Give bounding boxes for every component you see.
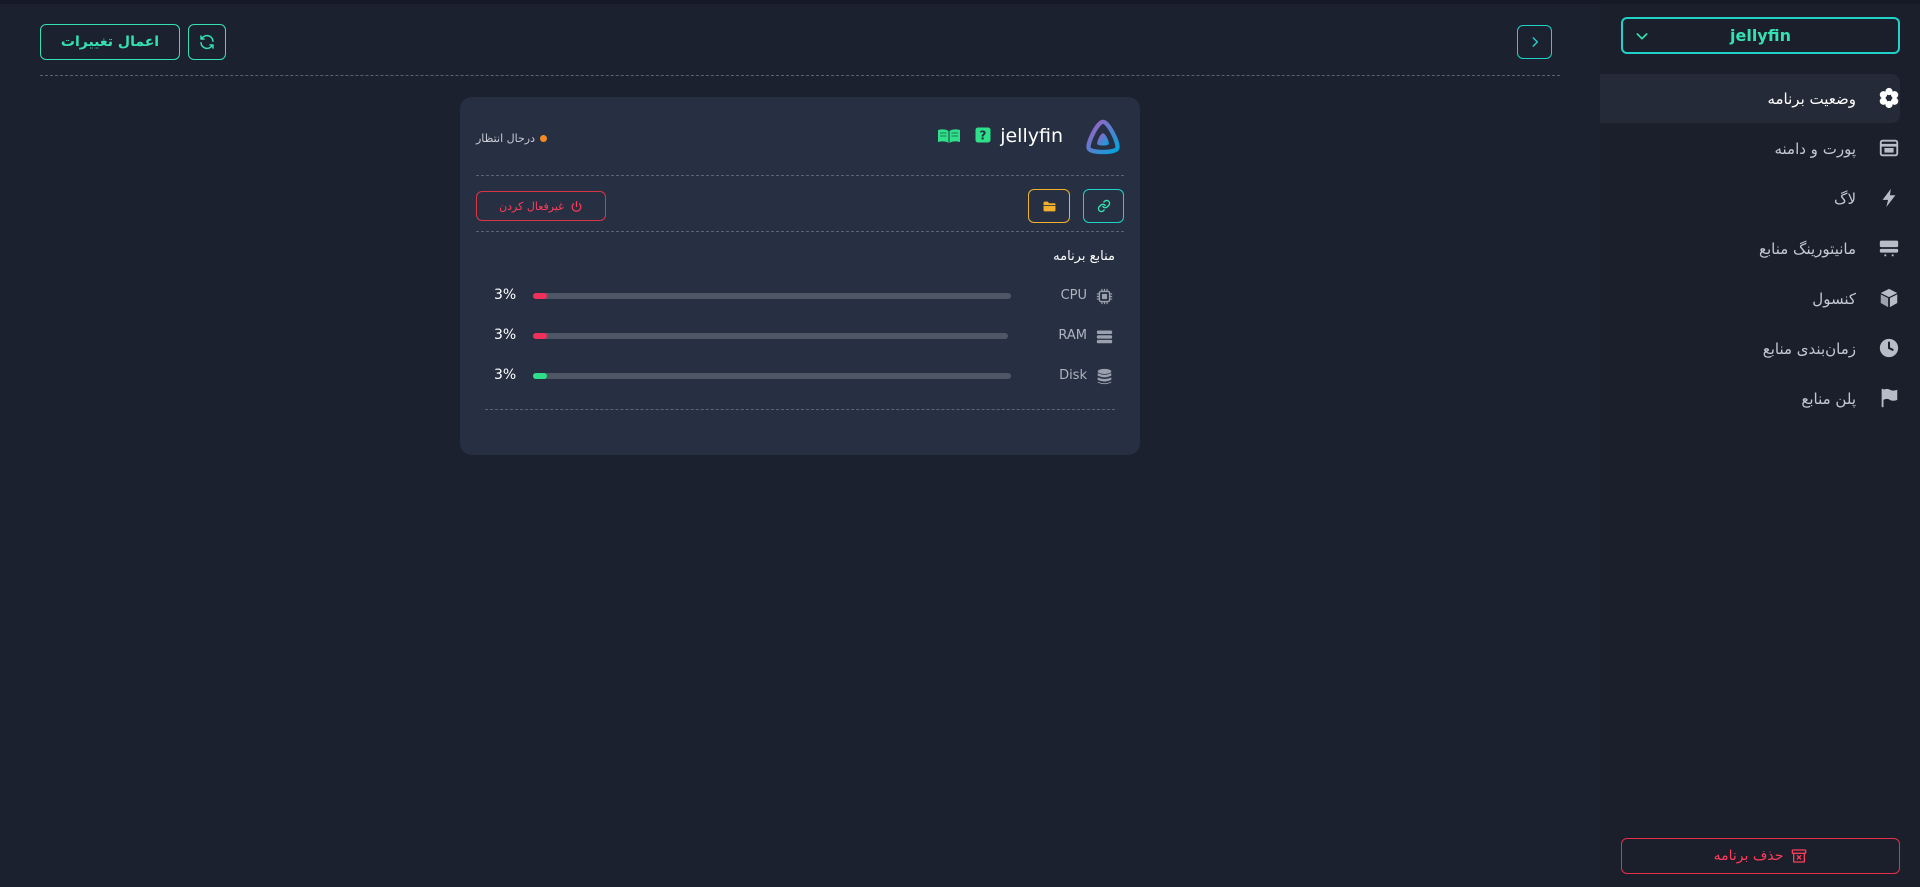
question-icon[interactable]: ? <box>975 127 991 143</box>
open-folder-button[interactable] <box>1028 189 1070 223</box>
chip-icon <box>1096 288 1113 305</box>
card-divider <box>476 175 1124 176</box>
server-icon <box>1878 237 1900 259</box>
app-selector-value: jellyfin <box>1730 26 1791 45</box>
resource-bar-track <box>533 293 1011 299</box>
svg-text:?: ? <box>980 129 987 143</box>
bolt-icon <box>1878 187 1900 209</box>
header-divider <box>40 75 1560 76</box>
sidebar-item-app-status[interactable]: وضعیت برنامه <box>1600 74 1900 123</box>
sidebar-item-log[interactable]: لاگ <box>1600 174 1920 223</box>
database-icon <box>1097 368 1112 385</box>
archive-delete-icon <box>1792 849 1807 863</box>
sidebar-item-label: زمان‌بندی منابع <box>1762 339 1856 358</box>
resource-bar-fill <box>533 373 548 379</box>
sidebar-item-label: کنسول <box>1812 289 1856 308</box>
sidebar: jellyfin وضعیت برنامه پورت و دامنه لاگ م… <box>1600 4 1920 887</box>
sidebar-item-resource-monitoring[interactable]: مانیتورینگ منابع <box>1600 224 1920 273</box>
resource-row-ram: RAM 3% <box>460 326 1140 346</box>
card-divider <box>485 409 1115 410</box>
back-button[interactable] <box>1517 25 1552 59</box>
resource-value: 3% <box>494 367 517 383</box>
sidebar-item-console[interactable]: کنسول <box>1600 274 1920 323</box>
chevron-down-icon <box>1636 33 1648 40</box>
chevron-right-icon <box>1532 37 1538 47</box>
resource-value: 3% <box>494 327 517 343</box>
resource-label: CPU <box>1060 288 1087 303</box>
sidebar-item-label: پلن منابع <box>1801 389 1856 408</box>
clock-icon <box>1878 337 1900 359</box>
sidebar-item-resource-plan[interactable]: پلن منابع <box>1600 374 1920 423</box>
cube-icon <box>1878 287 1900 309</box>
memory-icon <box>1096 330 1113 344</box>
resource-bar-fill <box>533 333 548 339</box>
sidebar-item-label: لاگ <box>1834 189 1856 208</box>
resource-bar-track <box>533 333 1008 339</box>
sidebar-item-port-domain[interactable]: پورت و دامنه <box>1600 124 1920 173</box>
refresh-icon <box>200 34 214 50</box>
resource-row-disk: Disk 3% <box>460 366 1140 386</box>
resource-bar-fill <box>533 293 548 299</box>
status-text: درحال انتظار <box>476 132 535 145</box>
browser-window-icon <box>1878 137 1900 159</box>
open-link-button[interactable] <box>1083 189 1124 223</box>
jellyfin-logo <box>1086 119 1120 155</box>
folder-icon <box>1043 201 1055 211</box>
resource-value: 3% <box>494 287 517 303</box>
resource-label: RAM <box>1058 328 1087 343</box>
flag-icon <box>1878 387 1900 409</box>
sidebar-nav: وضعیت برنامه پورت و دامنه لاگ مانیتورینگ <box>1600 74 1920 424</box>
status-dot <box>539 135 547 142</box>
resource-label: Disk <box>1059 368 1087 383</box>
sidebar-item-label: پورت و دامنه <box>1774 139 1856 158</box>
disable-label: غیرفعال کردن <box>499 199 564 213</box>
delete-app-button[interactable]: حذف برنامه <box>1621 838 1900 874</box>
sidebar-item-label: مانیتورینگ منابع <box>1758 239 1856 258</box>
app-selector-dropdown[interactable]: jellyfin <box>1621 17 1900 54</box>
app-status-card: jellyfin ? درحال انتظار غیرفعال کردن منا… <box>460 97 1140 455</box>
resources-title: منابع برنامه <box>1053 249 1115 264</box>
sidebar-item-resource-scheduling[interactable]: زمان‌بندی منابع <box>1600 324 1920 373</box>
resource-bar-track <box>533 373 1011 379</box>
status-badge: درحال انتظار <box>476 132 547 145</box>
book-open-icon[interactable] <box>937 128 961 144</box>
sidebar-item-label: وضعیت برنامه <box>1767 89 1856 108</box>
gear-flower-icon <box>1878 87 1900 109</box>
card-divider <box>476 231 1124 232</box>
resource-row-cpu: CPU 3% <box>460 286 1140 306</box>
app-name: jellyfin <box>1000 125 1063 147</box>
apply-changes-button[interactable]: اعمال تغییرات <box>40 24 180 60</box>
delete-label: حذف برنامه <box>1713 848 1784 864</box>
link-icon <box>1097 199 1110 213</box>
refresh-button[interactable] <box>188 24 226 60</box>
power-icon <box>571 200 582 212</box>
disable-app-button[interactable]: غیرفعال کردن <box>476 191 606 221</box>
